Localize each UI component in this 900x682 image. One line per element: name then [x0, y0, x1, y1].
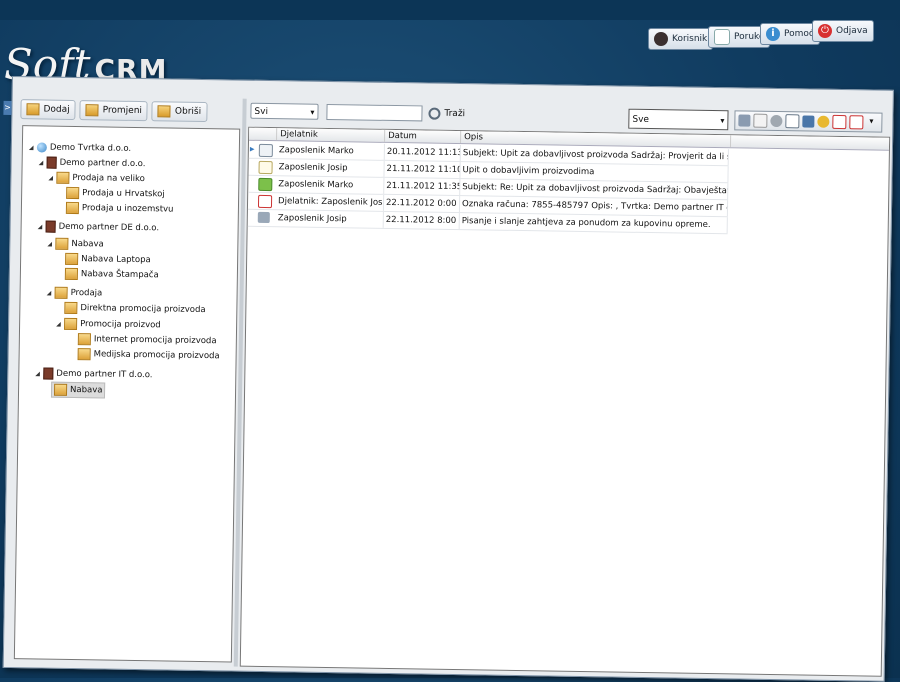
- activity-grid: Djelatnik Datum Opis ▶ Zaposlenik Marko …: [239, 126, 891, 677]
- tree-node-selected[interactable]: Nabava: [50, 381, 106, 399]
- tree-node[interactable]: Nabava Laptopa: [65, 252, 151, 267]
- collapse-icon: ◢: [35, 369, 41, 377]
- tree-node[interactable]: Internet promocija proizvoda: [77, 332, 217, 348]
- collapse-icon: ◢: [37, 222, 43, 230]
- box-icon: [65, 201, 80, 215]
- box-icon: [64, 301, 78, 315]
- user-icon: [654, 32, 668, 46]
- tree-node[interactable]: Prodaja u Hrvatskoj: [66, 186, 165, 202]
- collapse-icon: ◢: [46, 289, 52, 297]
- type-filter-select[interactable]: Svi: [250, 102, 319, 120]
- tree-node[interactable]: ◢ Demo partner d.o.o.: [39, 155, 146, 171]
- box-icon: [77, 333, 91, 346]
- collapse-icon: ◢: [28, 143, 34, 151]
- box-icon: [54, 286, 68, 299]
- delete-button[interactable]: Obriši: [151, 101, 208, 123]
- tree-node[interactable]: ◢ Demo partner DE d.o.o.: [38, 219, 160, 235]
- tree-node[interactable]: ◢ Prodaja na veliko: [48, 171, 145, 187]
- invoice-icon: [257, 194, 273, 209]
- box-icon: [26, 103, 40, 116]
- envelope-icon[interactable]: [753, 113, 768, 128]
- tree-node[interactable]: ◢ Demo partner IT d.o.o.: [35, 366, 153, 382]
- globe-icon: [36, 142, 47, 153]
- help-icon: i: [766, 27, 780, 41]
- tree-node[interactable]: Direktna promocija proizvoda: [64, 301, 206, 317]
- note-icon: [258, 160, 273, 175]
- tree-node[interactable]: ◢ Nabava: [47, 237, 104, 252]
- wrench-icon[interactable]: [738, 114, 751, 127]
- tree-node[interactable]: Prodaja u inozemstvu: [65, 201, 174, 217]
- box-icon: [64, 317, 78, 331]
- box-icon: [53, 383, 68, 396]
- box-icon: [56, 171, 70, 184]
- message-icon: [714, 29, 730, 45]
- car-icon[interactable]: [802, 115, 815, 128]
- gear-icon[interactable]: [770, 114, 783, 128]
- box-icon: [65, 252, 79, 266]
- column-header-date[interactable]: Datum: [385, 129, 462, 144]
- box-icon: [66, 186, 80, 200]
- mail-icon[interactable]: [785, 114, 800, 129]
- activity-type-toolbar: ▾: [734, 110, 883, 133]
- people-icon[interactable]: [817, 115, 830, 128]
- more-chevron-icon[interactable]: ▾: [866, 116, 876, 128]
- user-button[interactable]: Korisnik: [648, 28, 714, 50]
- main-panel: > Dodaj Promjeni Obriši ◢ Demo Tvrtka d.o…: [2, 76, 894, 682]
- current-row-indicator: ▶: [249, 145, 255, 153]
- edit-button[interactable]: Promjeni: [79, 100, 149, 122]
- tree-node[interactable]: ◢ Demo Tvrtka d.o.o.: [29, 140, 132, 156]
- tree-toolbar: Dodaj Promjeni Obriši: [20, 99, 208, 124]
- invoice-icon[interactable]: [832, 114, 847, 130]
- book-icon: [45, 220, 56, 233]
- help-button[interactable]: i Pomoć: [760, 23, 820, 45]
- collapse-icon: ◢: [47, 240, 53, 248]
- search-button[interactable]: Traži: [428, 104, 465, 125]
- box-icon: [55, 237, 69, 250]
- book-icon: [46, 156, 57, 169]
- tree-node[interactable]: ◢ Promocija proizvod: [56, 317, 161, 333]
- status-filter-select[interactable]: Sve: [628, 108, 729, 131]
- email-icon: [258, 143, 273, 158]
- search-input[interactable]: [326, 103, 423, 122]
- logout-button[interactable]: ⏻ Odjava: [812, 20, 874, 42]
- box-icon: [85, 104, 99, 117]
- tree-node[interactable]: ◢ Prodaja: [46, 286, 102, 301]
- organization-tree: ◢ Demo Tvrtka d.o.o. ◢ Demo partner d.o.o.…: [13, 125, 241, 663]
- book-icon: [43, 367, 54, 380]
- tree-node[interactable]: Medijska promocija proizvoda: [77, 347, 220, 363]
- column-header-employee[interactable]: Djelatnik: [277, 128, 386, 142]
- box-icon: [77, 348, 91, 361]
- email-reply-icon: [258, 177, 273, 192]
- collapse-panel-button[interactable]: >: [3, 100, 12, 115]
- offer-icon[interactable]: [849, 115, 864, 130]
- tree-node[interactable]: Nabava Štampača: [64, 267, 159, 282]
- box-icon: [64, 267, 78, 281]
- top-bar: [0, 0, 900, 20]
- box-icon: [157, 105, 172, 118]
- search-icon: [428, 107, 441, 120]
- collapse-icon: ◢: [48, 174, 54, 182]
- wrench-icon: [257, 211, 270, 224]
- logout-icon: ⏻: [818, 24, 832, 38]
- collapse-icon: ◢: [38, 158, 44, 167]
- add-button[interactable]: Dodaj: [20, 99, 76, 121]
- collapse-icon: ◢: [56, 320, 61, 328]
